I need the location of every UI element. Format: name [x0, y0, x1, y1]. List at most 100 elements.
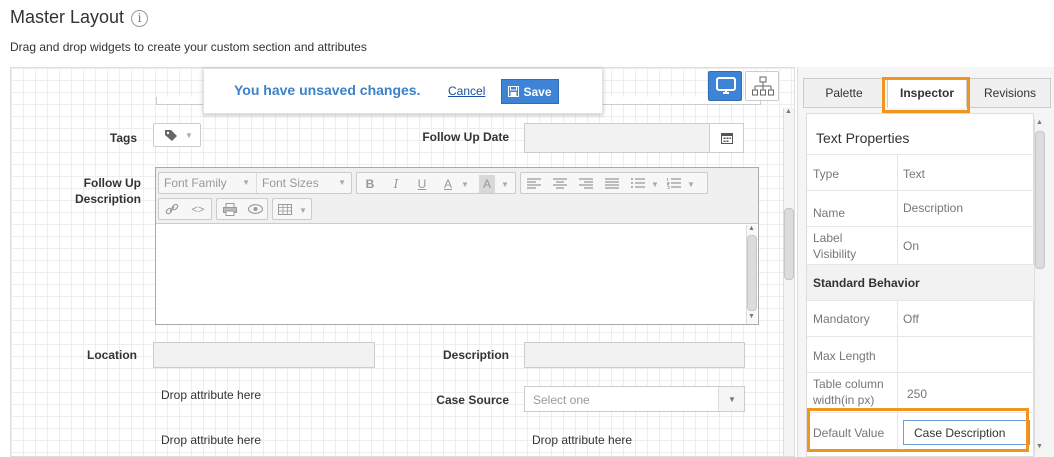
panel-scroll-thumb[interactable]	[1035, 131, 1045, 269]
property-key: Table column width(in px)	[813, 376, 884, 408]
align-center-icon[interactable]	[553, 178, 567, 189]
font-color-button[interactable]: A	[439, 175, 457, 193]
desktop-view-button[interactable]	[708, 71, 742, 101]
tag-icon	[165, 130, 177, 141]
hierarchy-view-button[interactable]	[745, 71, 779, 101]
chevron-down-icon: ▼	[501, 180, 509, 189]
table-icon[interactable]	[278, 204, 292, 215]
section-standard-behavior: Standard Behavior	[807, 264, 1035, 300]
calendar-button[interactable]	[710, 123, 744, 153]
background-color-button[interactable]: A	[479, 175, 495, 193]
format-group: B I U A ▼ A ▼	[356, 172, 516, 194]
save-button-label: Save	[523, 84, 552, 99]
preview-eye-icon[interactable]	[248, 204, 263, 214]
calendar-icon	[721, 133, 733, 144]
italic-button[interactable]: I	[387, 175, 405, 193]
section-title: Standard Behavior	[813, 276, 920, 290]
paragraph-group: ▼ ▼	[520, 172, 708, 194]
text-properties-box: Text Properties Type Text Name Descripti…	[806, 113, 1035, 457]
property-key: Name	[813, 206, 846, 220]
property-row-label-visibility: Label Visibility On	[807, 226, 1035, 264]
align-justify-icon[interactable]	[605, 178, 619, 189]
property-value[interactable]: 250	[907, 387, 927, 401]
case-source-select[interactable]: Select one ▼	[524, 386, 745, 412]
text-properties-title: Text Properties	[816, 130, 910, 146]
property-key-line2: Visibility	[813, 247, 857, 261]
bold-button[interactable]: B	[361, 175, 379, 193]
property-value[interactable]: On	[903, 239, 919, 253]
location-label: Location	[87, 348, 137, 362]
font-sizes-select[interactable]: Font Sizes ▼	[256, 173, 352, 193]
property-value[interactable]: Off	[903, 312, 919, 326]
source-code-icon[interactable]: <>	[189, 201, 207, 219]
table-group: ▼	[272, 198, 312, 220]
description-label: Description	[442, 348, 509, 362]
drop-zone-left-2[interactable]: Drop attribute here	[161, 433, 261, 447]
follow-up-date-label: Follow Up Date	[422, 130, 509, 144]
chevron-down-icon: ▼	[461, 180, 469, 189]
properties-panel: Palette Inspector Revisions Text Propert…	[797, 67, 1054, 457]
font-sizes-label: Font Sizes	[262, 176, 319, 190]
select-arrow-button[interactable]: ▼	[718, 387, 744, 411]
inspector-tab-highlight	[882, 77, 970, 113]
link-icon[interactable]	[165, 203, 179, 216]
align-right-icon[interactable]	[579, 178, 593, 189]
scroll-up-icon[interactable]: ▲	[785, 108, 792, 115]
scroll-down-icon[interactable]: ▼	[748, 313, 755, 320]
property-key: Label Visibility	[813, 230, 856, 262]
property-row-type: Type Text	[807, 154, 1035, 190]
property-value[interactable]: Description	[903, 201, 963, 215]
location-input[interactable]	[153, 342, 375, 368]
editor-toolbar: Font Family ▼ Font Sizes ▼ B I U A ▼ A ▼…	[156, 168, 758, 224]
chevron-down-icon: ▼	[338, 178, 346, 187]
case-source-placeholder: Select one	[533, 393, 590, 407]
sitemap-icon	[752, 76, 774, 96]
scroll-up-icon[interactable]: ▲	[748, 225, 755, 232]
underline-button[interactable]: U	[413, 175, 431, 193]
canvas-scroll-thumb[interactable]	[784, 208, 794, 280]
unsaved-changes-banner: You have unsaved changes. Cancel Save	[203, 68, 603, 114]
tags-dropdown[interactable]: ▼	[153, 123, 201, 147]
property-key-line1: Label	[813, 231, 843, 245]
follow-up-description-label-line1: Follow Up	[83, 176, 141, 190]
drop-zone-right[interactable]: Drop attribute here	[532, 433, 632, 447]
numbered-list-icon[interactable]	[667, 178, 681, 189]
property-row-mandatory: Mandatory Off	[807, 300, 1035, 336]
save-button[interactable]: Save	[501, 79, 559, 104]
editor-scrollbar[interactable]: ▲ ▼	[746, 225, 757, 324]
property-value[interactable]: Text	[903, 167, 925, 181]
drop-zone-left-1[interactable]: Drop attribute here	[161, 388, 261, 402]
page-title: Master Layout	[10, 7, 125, 27]
scroll-down-icon[interactable]: ▼	[1036, 443, 1043, 450]
follow-up-description-label-line2: Description	[74, 192, 141, 206]
print-icon[interactable]	[223, 203, 237, 216]
follow-up-description-editor[interactable]: Font Family ▼ Font Sizes ▼ B I U A ▼ A ▼…	[155, 167, 759, 325]
default-value-highlight	[807, 408, 1029, 452]
monitor-icon	[716, 77, 736, 94]
property-key: Type	[813, 167, 840, 181]
chevron-down-icon: ▼	[728, 395, 736, 404]
follow-up-description-label: Follow Up Description	[51, 175, 141, 207]
tab-revisions[interactable]: Revisions	[969, 78, 1051, 108]
case-source-label: Case Source	[436, 393, 509, 407]
scroll-up-icon[interactable]: ▲	[1036, 119, 1043, 126]
editor-content-area[interactable]	[156, 225, 746, 324]
font-family-label: Font Family	[164, 176, 227, 190]
align-left-icon[interactable]	[527, 178, 541, 189]
cancel-link[interactable]: Cancel	[448, 84, 485, 98]
tab-palette[interactable]: Palette	[803, 78, 885, 108]
property-row-name: Name Description	[807, 190, 1035, 226]
description-input[interactable]	[524, 342, 745, 368]
follow-up-date-input[interactable]	[524, 123, 710, 153]
page-subtitle: Drag and drop widgets to create your cus…	[10, 40, 367, 54]
property-key: Mandatory	[813, 312, 870, 326]
chevron-down-icon: ▼	[299, 206, 307, 215]
panel-scrollbar[interactable]: ▲ ▼	[1034, 119, 1045, 455]
property-key-line1: Table column	[813, 377, 884, 391]
editor-scroll-thumb[interactable]	[747, 235, 757, 311]
canvas-scrollbar[interactable]: ▲	[783, 108, 794, 456]
font-family-select[interactable]: Font Family ▼	[159, 173, 256, 193]
link-group: <>	[158, 198, 212, 220]
info-icon[interactable]: i	[131, 10, 148, 27]
bullet-list-icon[interactable]	[631, 178, 645, 189]
